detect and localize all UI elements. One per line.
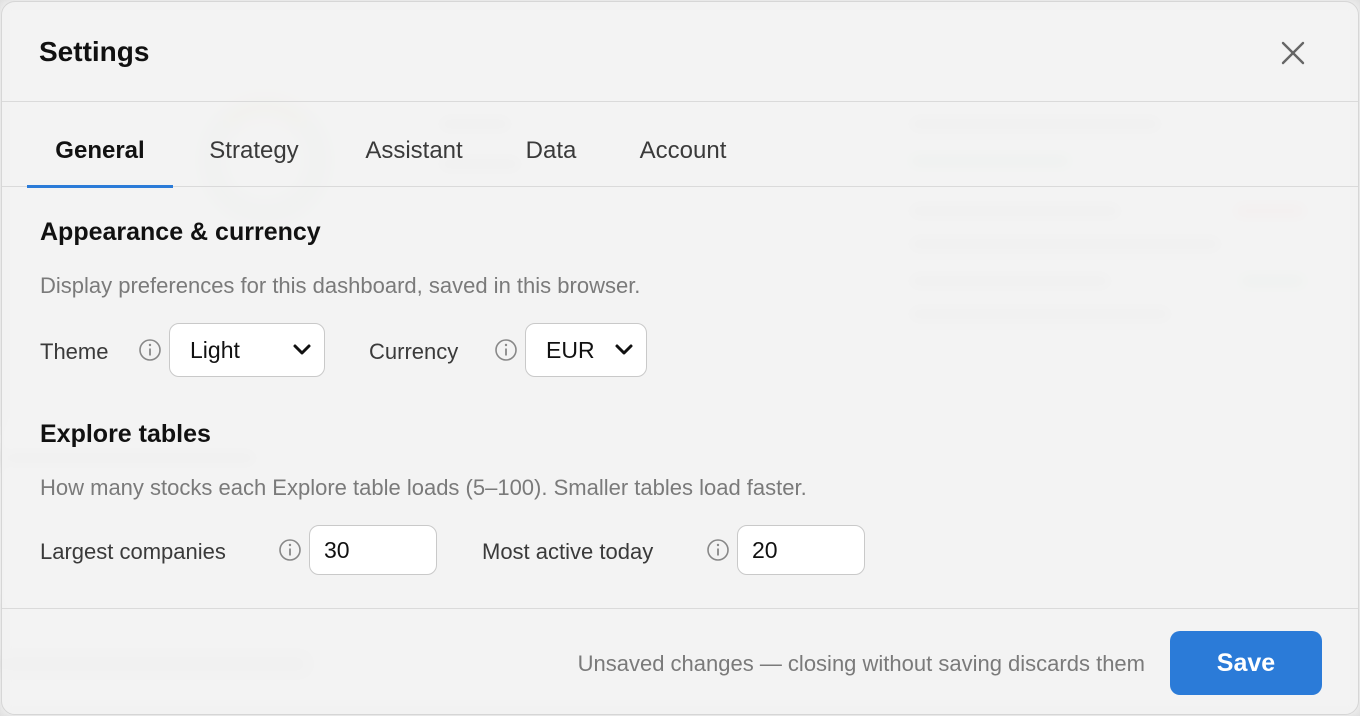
explore-section-title: Explore tables: [40, 420, 211, 448]
chevron-down-icon: [615, 344, 633, 355]
dialog-footer: Unsaved changes — closing without saving…: [2, 608, 1358, 714]
theme-select[interactable]: Light: [169, 323, 325, 377]
theme-label: Theme: [40, 339, 109, 364]
tab-data[interactable]: Data: [514, 103, 588, 187]
settings-tabs: General Strategy Assistant Data Account: [2, 103, 1358, 188]
most-active-label: Most active today: [482, 539, 654, 564]
close-button[interactable]: [1278, 38, 1308, 68]
dialog-title: Settings: [39, 36, 150, 67]
theme-select-value: Light: [190, 337, 240, 363]
tab-general[interactable]: General: [27, 103, 173, 188]
largest-companies-label: Largest companies: [40, 539, 226, 564]
appearance-section-description: Display preferences for this dashboard, …: [40, 273, 641, 298]
dialog-header: Settings: [2, 2, 1358, 102]
largest-companies-input[interactable]: [309, 525, 437, 575]
info-icon[interactable]: [278, 538, 302, 562]
info-icon[interactable]: [494, 338, 518, 362]
tab-assistant[interactable]: Assistant: [350, 103, 478, 187]
tab-strategy[interactable]: Strategy: [192, 103, 316, 187]
currency-select[interactable]: EUR: [525, 323, 647, 377]
info-icon[interactable]: [706, 538, 730, 562]
appearance-section-title: Appearance & currency: [40, 218, 321, 246]
save-button[interactable]: Save: [1170, 631, 1322, 695]
most-active-input[interactable]: [737, 525, 865, 575]
info-icon[interactable]: [138, 338, 162, 362]
tab-account[interactable]: Account: [624, 103, 742, 187]
settings-dialog: Settings General Strategy Assistant Data…: [1, 1, 1359, 715]
chevron-down-icon: [293, 344, 311, 355]
explore-section-description: How many stocks each Explore table loads…: [40, 475, 807, 500]
currency-label: Currency: [369, 339, 459, 364]
close-icon: [1281, 41, 1305, 65]
currency-select-value: EUR: [546, 337, 595, 363]
unsaved-changes-note: Unsaved changes — closing without saving…: [577, 651, 1145, 676]
